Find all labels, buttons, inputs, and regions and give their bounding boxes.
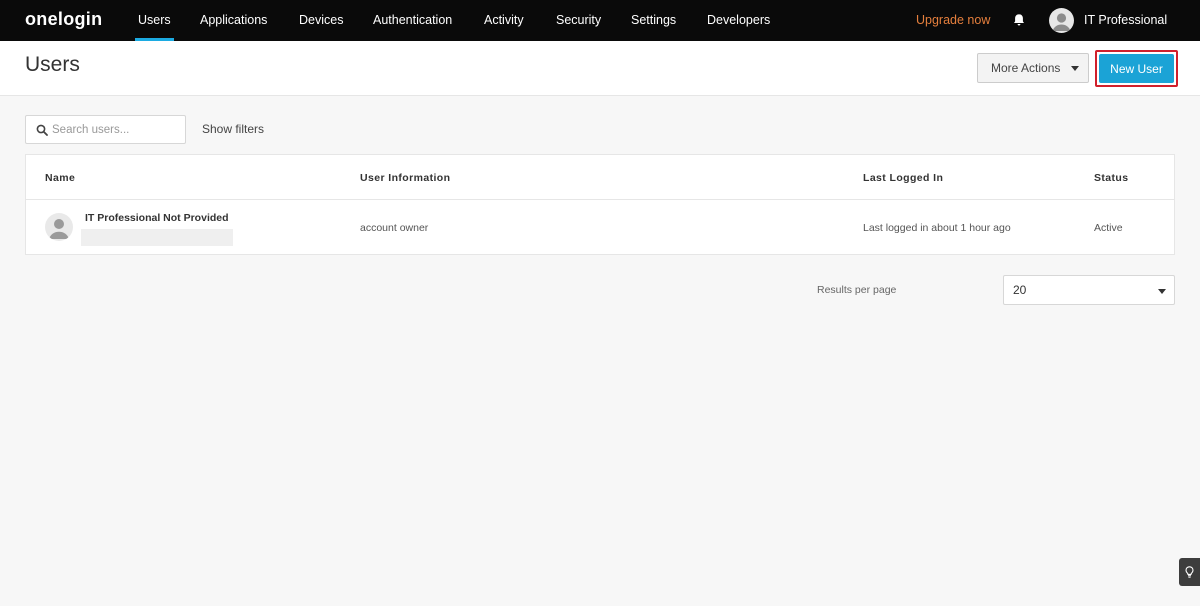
more-actions-button[interactable]: More Actions: [977, 53, 1089, 83]
user-information-cell: account owner: [360, 222, 429, 234]
top-navigation: onelogin Users Applications Devices Auth…: [0, 0, 1200, 41]
nav-item-authentication[interactable]: Authentication: [373, 0, 452, 41]
results-per-page-select[interactable]: 20: [1003, 275, 1175, 305]
show-filters-link[interactable]: Show filters: [202, 122, 264, 136]
results-per-page-value: 20: [1013, 283, 1027, 297]
help-tab[interactable]: [1179, 558, 1200, 586]
nav-item-activity[interactable]: Activity: [484, 0, 524, 41]
user-menu-name[interactable]: IT Professional: [1084, 0, 1167, 40]
results-per-page-label: Results per page: [817, 284, 897, 296]
search-input[interactable]: [52, 116, 182, 143]
table-divider: [26, 199, 1174, 200]
column-header-last-logged-in[interactable]: Last Logged In: [863, 172, 943, 184]
nav-item-users[interactable]: Users: [135, 0, 174, 41]
nav-item-applications[interactable]: Applications: [200, 0, 267, 41]
redacted-email: [81, 229, 233, 246]
nav-item-security[interactable]: Security: [556, 0, 601, 41]
chevron-down-icon: [1158, 289, 1166, 294]
last-logged-in-cell: Last logged in about 1 hour ago: [863, 222, 1011, 234]
more-actions-label: More Actions: [991, 61, 1061, 75]
column-header-name[interactable]: Name: [45, 172, 75, 184]
nav-item-settings[interactable]: Settings: [631, 0, 676, 41]
users-table: Name User Information Last Logged In Sta…: [25, 154, 1175, 255]
upgrade-now-link[interactable]: Upgrade now: [916, 0, 990, 40]
page-header: Users More Actions New User: [0, 41, 1200, 96]
onelogin-logo[interactable]: onelogin: [25, 9, 102, 30]
bell-icon[interactable]: [1012, 13, 1026, 27]
column-header-status[interactable]: Status: [1094, 172, 1129, 184]
user-avatar-icon[interactable]: [1049, 8, 1074, 33]
status-cell: Active: [1094, 222, 1123, 234]
new-user-button[interactable]: New User: [1099, 54, 1174, 83]
lightbulb-icon: [1185, 566, 1194, 578]
avatar-icon: [45, 213, 73, 241]
page-title: Users: [25, 53, 80, 76]
search-icon: [36, 124, 48, 136]
user-name[interactable]: IT Professional Not Provided: [85, 212, 229, 224]
nav-item-developers[interactable]: Developers: [707, 0, 770, 41]
nav-item-devices[interactable]: Devices: [299, 0, 343, 41]
new-user-highlight: New User: [1095, 50, 1178, 87]
column-header-user-information[interactable]: User Information: [360, 172, 450, 184]
chevron-down-icon: [1071, 66, 1079, 71]
search-box: [25, 115, 186, 144]
